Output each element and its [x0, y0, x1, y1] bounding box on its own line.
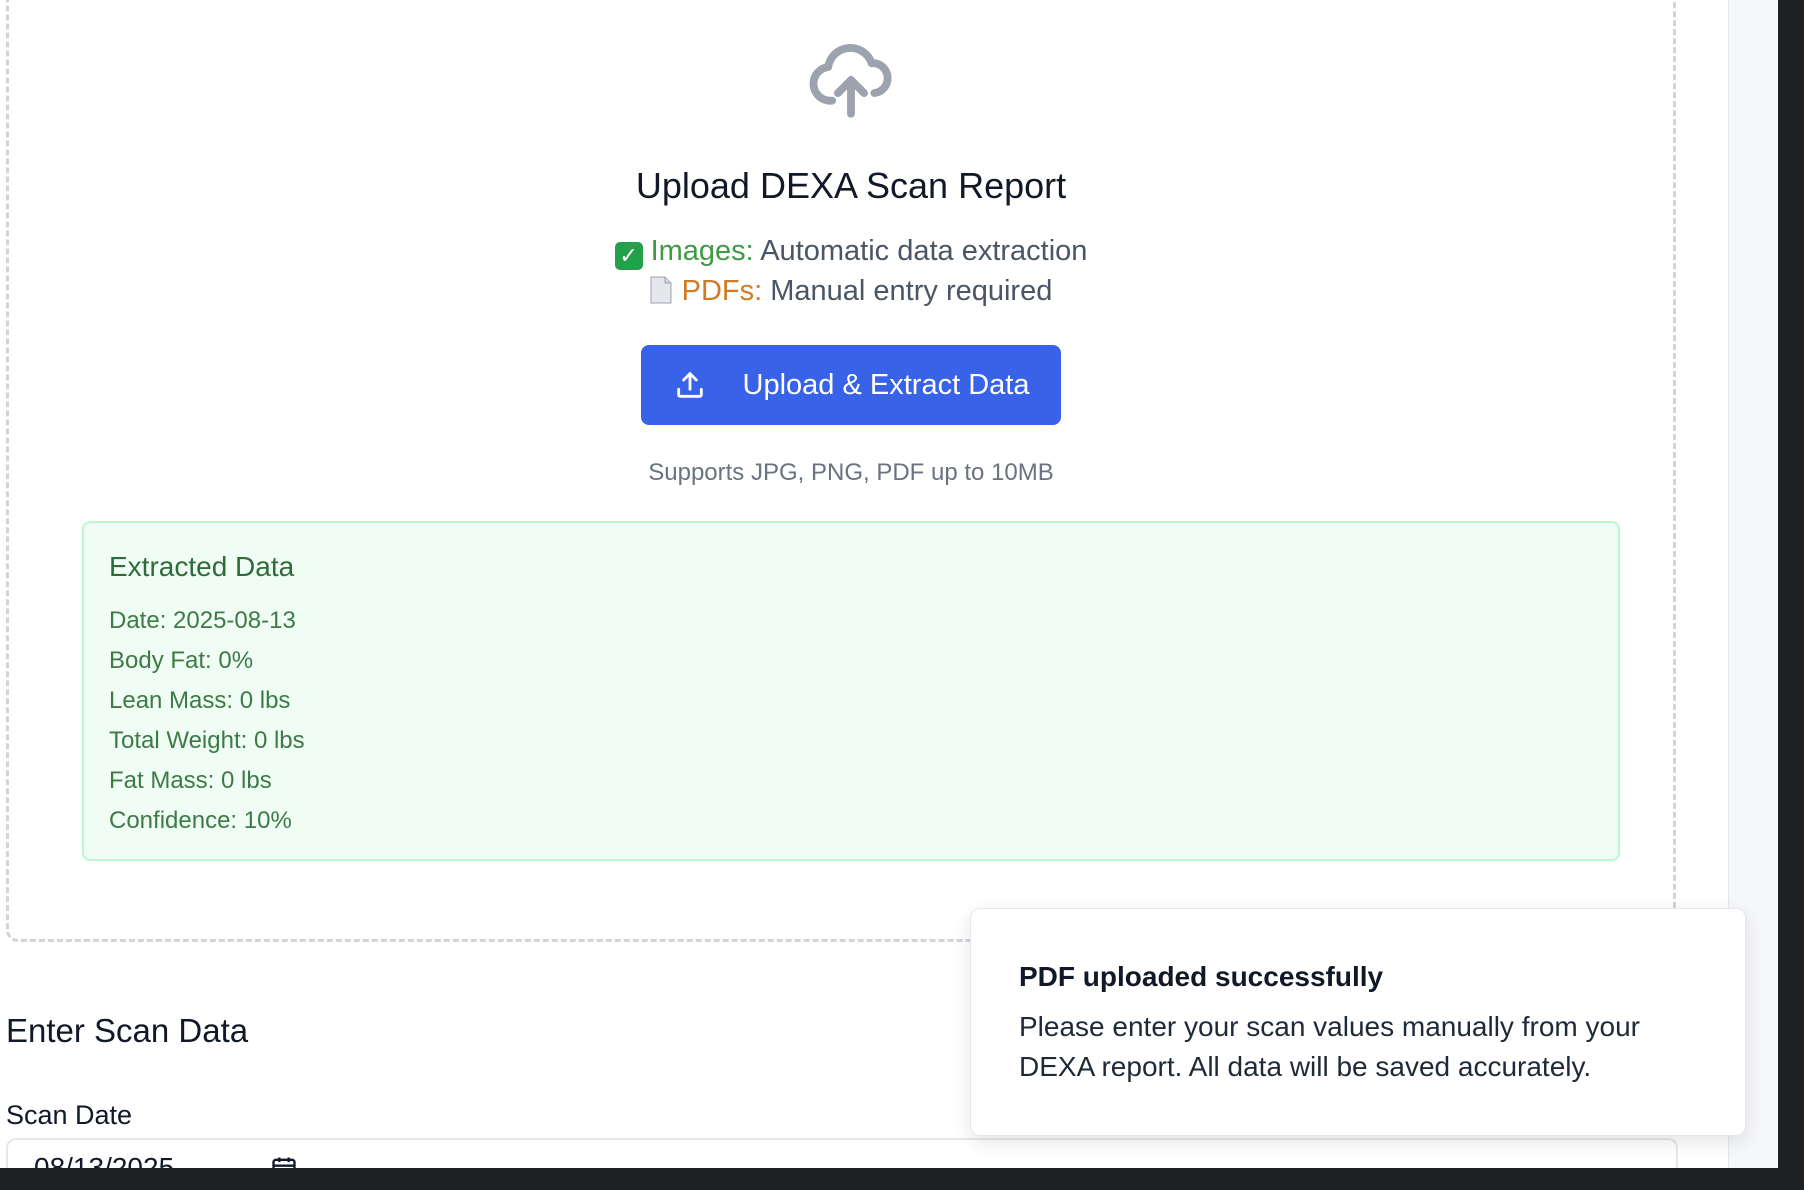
- toast-message: Please enter your scan values manually f…: [1019, 1011, 1640, 1082]
- upload-icon: [676, 372, 703, 398]
- scan-date-label: Scan Date: [6, 1100, 133, 1130]
- extracted-date: Date: 2025-08-13: [109, 607, 296, 634]
- check-mark-icon: ✓: [614, 242, 643, 270]
- window-bottom-edge: [0, 1168, 1804, 1190]
- pdfs-description: Manual entry required: [770, 275, 1053, 307]
- scan-date-value: 08/13/2025: [34, 1152, 175, 1168]
- supported-formats-text: Supports JPG, PNG, PDF up to 10MB: [648, 459, 1054, 486]
- toast-notification: PDF uploaded successfully Please enter y…: [970, 908, 1746, 1136]
- extracted-data-title: Extracted Data: [109, 551, 295, 582]
- extracted-lean-mass: Lean Mass: 0 lbs: [109, 687, 291, 714]
- images-description: Automatic data extraction: [760, 235, 1088, 267]
- extracted-confidence: Confidence: 10%: [109, 807, 292, 834]
- pdfs-info-line: PDFs: Manual entry required: [9, 275, 1693, 308]
- images-info-line: ✓ Images: Automatic data extraction: [9, 235, 1693, 270]
- upload-extract-button[interactable]: Upload & Extract Data: [641, 345, 1061, 425]
- extracted-body-fat: Body Fat: 0%: [109, 647, 254, 674]
- extracted-fat-mass: Fat Mass: 0 lbs: [109, 767, 272, 794]
- upload-title: Upload DEXA Scan Report: [635, 165, 1067, 206]
- toast-title: PDF uploaded successfully: [1019, 961, 1384, 992]
- extracted-total-weight: Total Weight: 0 lbs: [109, 727, 305, 754]
- scan-date-input[interactable]: 08/13/2025: [6, 1138, 1678, 1168]
- document-icon: [650, 276, 672, 304]
- extracted-data-panel: Extracted Data Date: 2025-08-13 Body Fat…: [82, 521, 1620, 861]
- upload-button-label: Upload & Extract Data: [742, 368, 1030, 401]
- cloud-upload-icon: [809, 44, 892, 118]
- calendar-icon[interactable]: [270, 1154, 298, 1168]
- app-window: Upload DEXA Scan Report ✓ Images: Automat…: [0, 0, 1778, 1168]
- upload-dropzone[interactable]: Upload DEXA Scan Report ✓ Images: Automat…: [6, 0, 1676, 942]
- images-label: Images:: [650, 235, 754, 267]
- pdfs-label: PDFs:: [681, 275, 763, 307]
- enter-scan-data-heading: Enter Scan Data: [6, 1012, 249, 1049]
